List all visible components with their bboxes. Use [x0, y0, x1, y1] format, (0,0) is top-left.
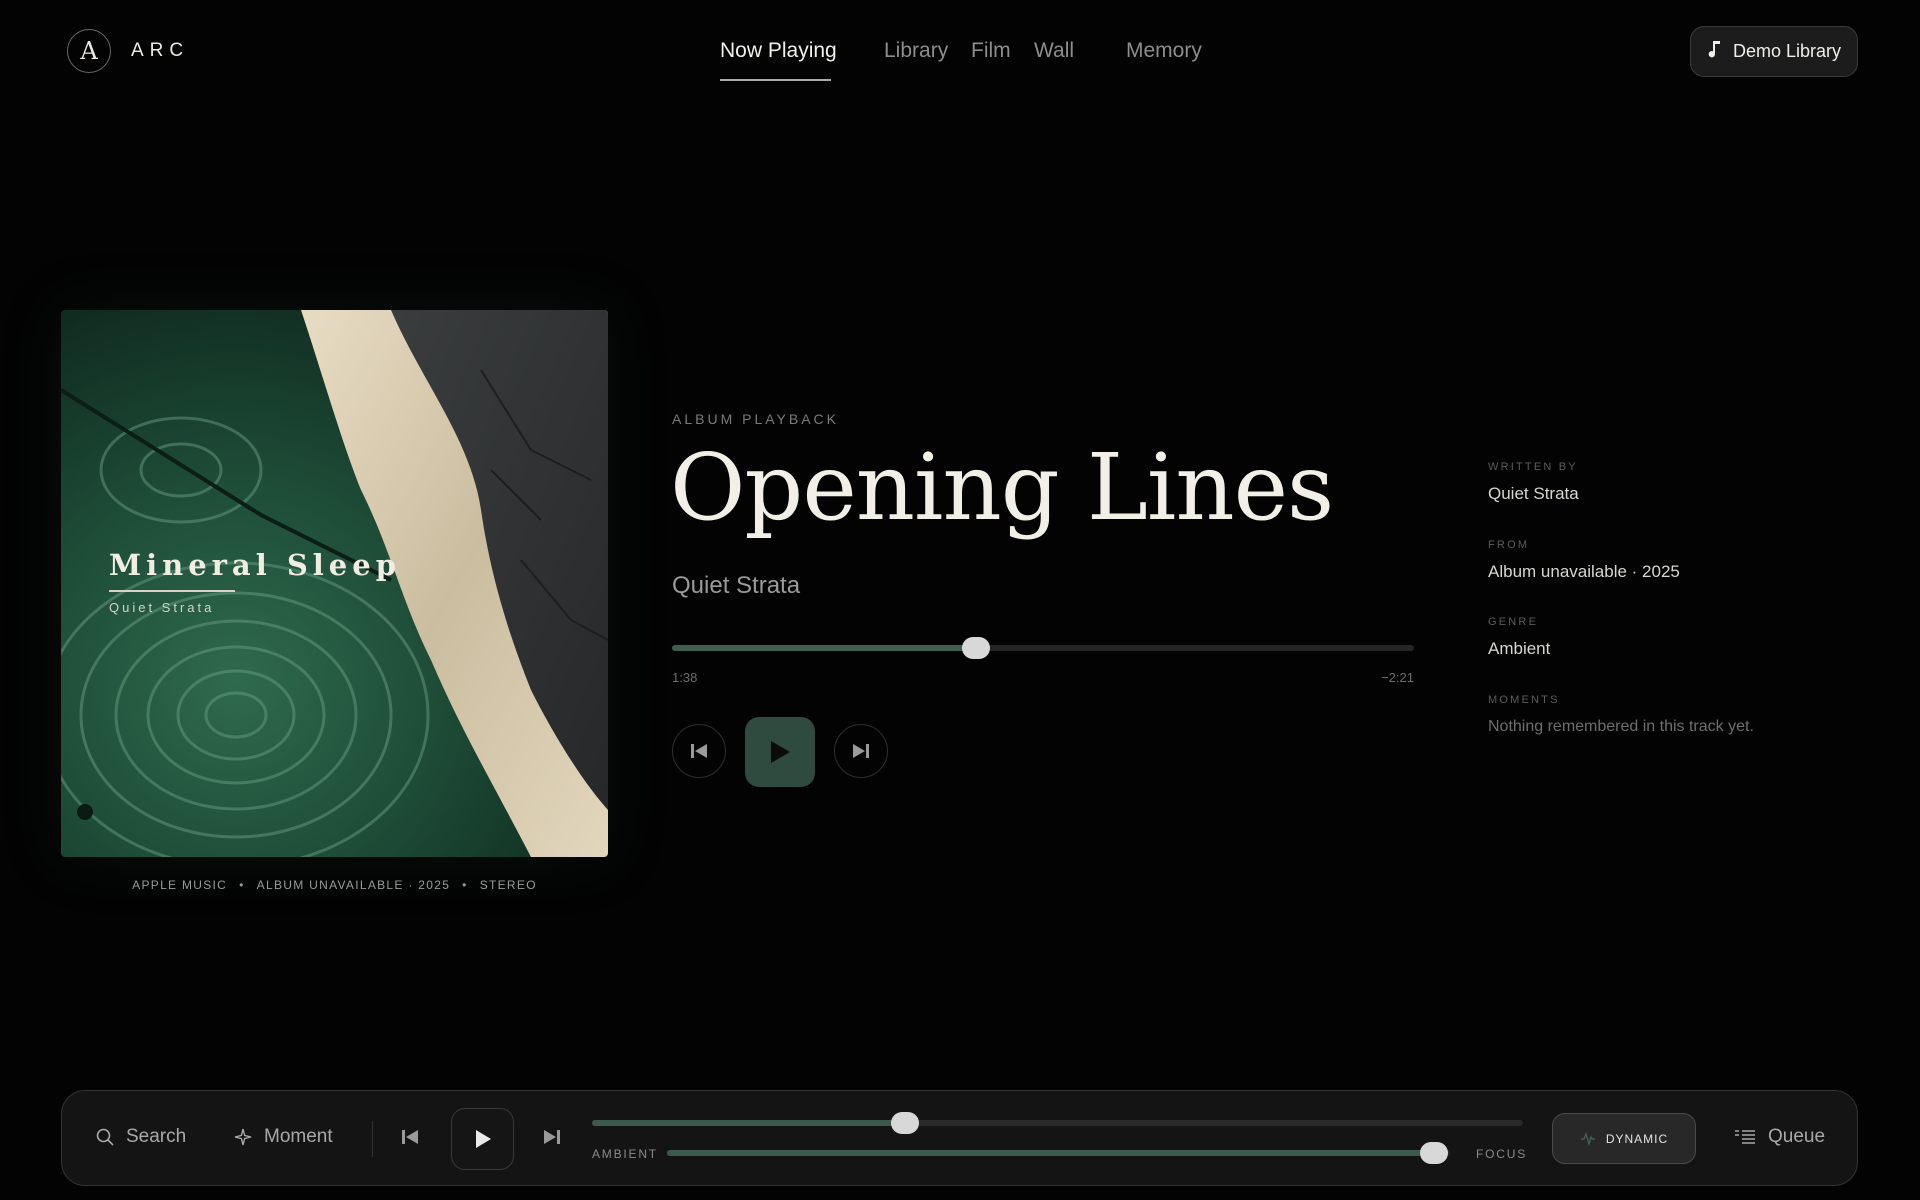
next-button[interactable]: [834, 724, 888, 778]
info-label-moments: MOMENTS: [1488, 694, 1560, 706]
next-icon: [853, 744, 869, 758]
bottom-progress-fill: [592, 1120, 905, 1126]
previous-icon: [691, 744, 707, 758]
demo-library-label: Demo Library: [1732, 41, 1842, 61]
queue-button[interactable]: Queue: [1734, 1126, 1825, 1148]
album-meta: APPLE MUSIC • ALBUM UNAVAILABLE · 2025 • STE…: [132, 878, 537, 892]
dynamic-label: DYNAMIC: [1605, 1131, 1669, 1146]
meta-format: STEREO: [479, 878, 537, 892]
album-title-rule: [109, 590, 235, 592]
info-label-from: FROM: [1488, 539, 1530, 551]
play-icon: [771, 741, 790, 763]
bottom-next-button[interactable]: [543, 1129, 561, 1150]
sparkle-icon: [234, 1128, 252, 1146]
dynamic-mode-button[interactable]: DYNAMIC: [1552, 1113, 1696, 1164]
nav-memory[interactable]: Memory: [1126, 38, 1202, 64]
info-value-genre: Ambient: [1488, 639, 1551, 658]
album-artist: Quiet Strata: [109, 600, 215, 615]
moment-button[interactable]: Moment: [234, 1126, 333, 1148]
search-button[interactable]: Search: [96, 1126, 186, 1148]
track-progress-bar[interactable]: [672, 637, 1414, 659]
bottom-divider: [372, 1121, 373, 1157]
previous-button[interactable]: [672, 724, 726, 778]
play-icon: [475, 1130, 491, 1148]
info-value-written-by[interactable]: Quiet Strata: [1488, 483, 1579, 505]
mix-label-ambient: AMBIENT: [592, 1147, 658, 1161]
moment-label: Moment: [264, 1126, 333, 1147]
meta-source: APPLE MUSIC: [132, 878, 228, 892]
album-title: Mineral Sleep: [109, 548, 401, 582]
info-label-genre: GENRE: [1488, 616, 1539, 628]
bottom-previous-button[interactable]: [401, 1129, 419, 1150]
ambient-focus-slider[interactable]: [667, 1142, 1450, 1164]
previous-icon: [402, 1130, 418, 1144]
bottom-progress-bar[interactable]: [592, 1112, 1523, 1134]
logo-text: ARC: [131, 40, 190, 61]
album-artwork: [61, 310, 608, 857]
mix-slider-fill: [667, 1150, 1435, 1156]
track-progress-fill: [672, 645, 977, 651]
play-button[interactable]: [745, 717, 815, 787]
mix-label-focus: FOCUS: [1476, 1147, 1527, 1161]
nav-library[interactable]: Library: [884, 38, 948, 64]
bottom-play-button[interactable]: [451, 1108, 514, 1170]
meta-album: ALBUM UNAVAILABLE · 2025: [256, 878, 451, 892]
search-icon: [96, 1128, 114, 1146]
mix-slider-handle[interactable]: [1420, 1142, 1449, 1164]
elapsed-time: 1:38: [672, 670, 698, 685]
nav-now-playing[interactable]: Now Playing: [720, 38, 837, 64]
info-value-moments: Nothing remembered in this track yet.: [1488, 718, 1754, 735]
logo-mark[interactable]: A: [67, 29, 111, 73]
playback-eyebrow: ALBUM PLAYBACK: [672, 411, 840, 427]
nav-film[interactable]: Film: [971, 38, 1011, 64]
music-note-icon: [1707, 40, 1721, 63]
track-progress-handle[interactable]: [962, 637, 991, 659]
nav-active-indicator: [720, 79, 831, 81]
queue-list-icon: [1735, 1130, 1755, 1144]
search-label: Search: [126, 1126, 187, 1147]
demo-library-button[interactable]: Demo Library: [1690, 26, 1858, 77]
track-title: Opening Lines: [670, 434, 1334, 541]
bottom-progress-handle[interactable]: [890, 1112, 919, 1134]
queue-label: Queue: [1768, 1126, 1826, 1147]
remaining-time: −2:21: [1381, 670, 1414, 685]
next-icon: [544, 1130, 560, 1144]
info-value-from: Album unavailable · 2025: [1488, 562, 1680, 581]
nav-wall[interactable]: Wall: [1034, 38, 1074, 64]
info-label-written-by: WRITTEN BY: [1488, 461, 1578, 473]
track-artist[interactable]: Quiet Strata: [672, 572, 800, 600]
waveform-icon: [1580, 1131, 1595, 1146]
